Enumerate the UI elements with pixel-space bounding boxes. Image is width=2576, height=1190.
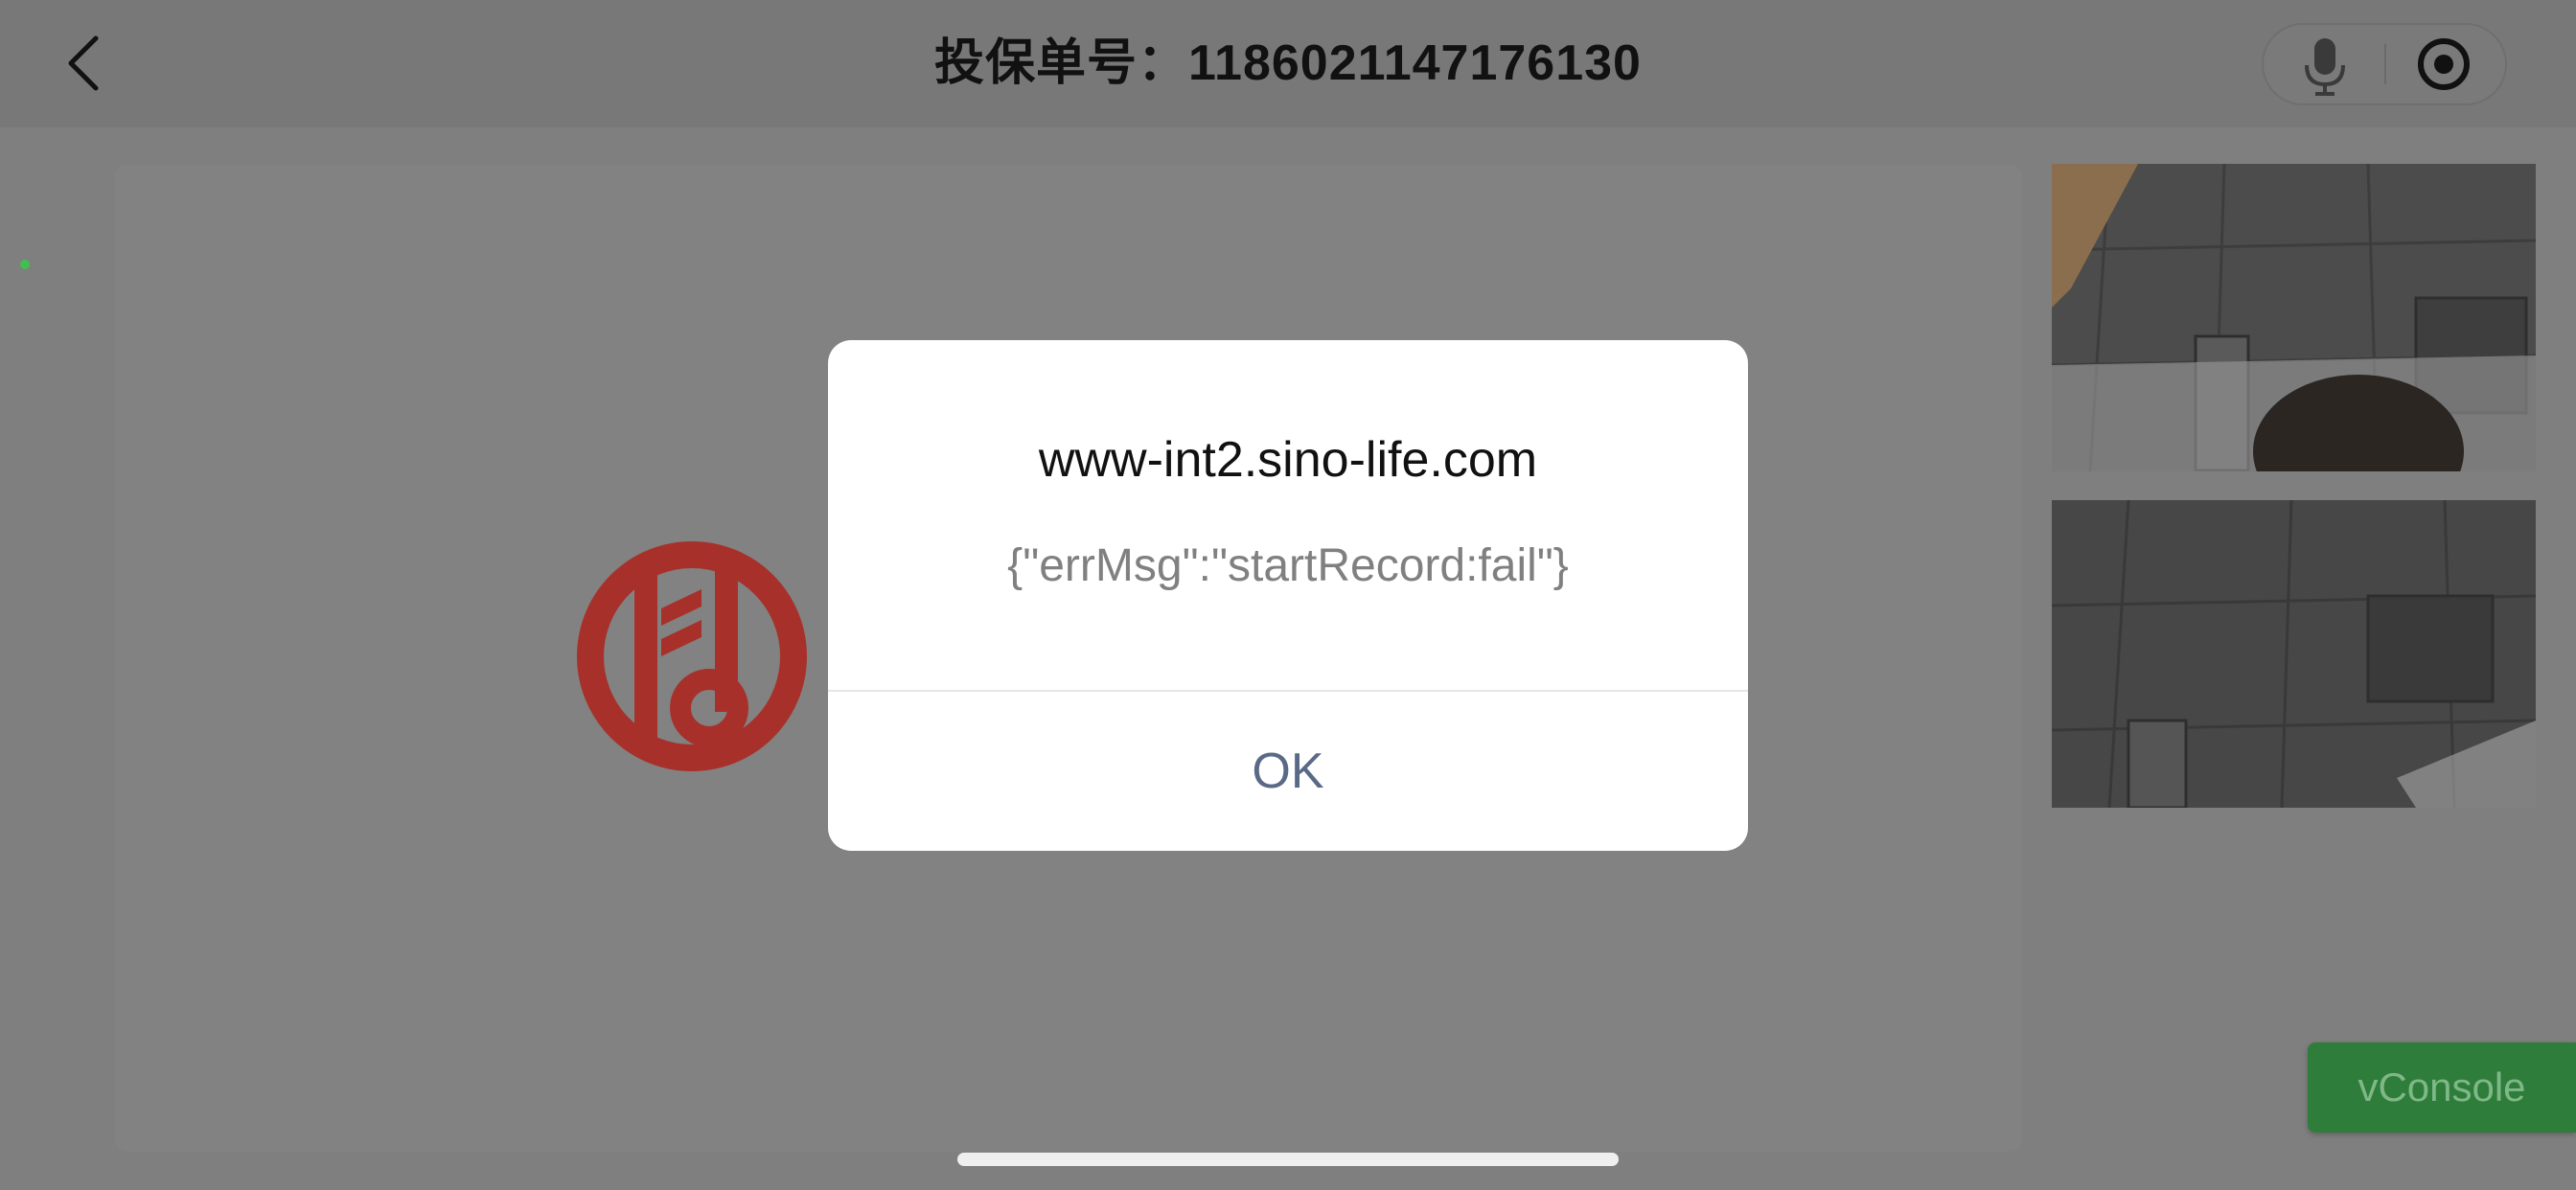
ok-button[interactable]: OK: [828, 692, 1748, 851]
record-target-icon: [2418, 38, 2470, 90]
chevron-left-icon: [68, 35, 99, 91]
sino-life-logo-icon: [575, 539, 809, 773]
alert-dialog: www-int2.sino-life.com {"errMsg":"startR…: [828, 340, 1748, 851]
status-dot: [20, 260, 30, 269]
microphone-icon: [2305, 38, 2345, 96]
vconsole-button[interactable]: vConsole: [2308, 1042, 2576, 1133]
home-indicator[interactable]: [957, 1153, 1619, 1166]
dialog-message: {"errMsg":"startRecord:fail"}: [1007, 540, 1569, 591]
miniprogram-capsule: [2262, 23, 2507, 105]
local-camera-feed: [2052, 164, 2536, 471]
remote-camera-feed: [2052, 500, 2536, 808]
microphone-button[interactable]: [2264, 25, 2385, 103]
navigation-bar: 投保单号：1186021147176130: [0, 0, 2576, 127]
back-button[interactable]: [58, 29, 115, 98]
app-screen: 投保单号：1186021147176130 vConsole www-int2.…: [0, 0, 2576, 1190]
dialog-title: www-int2.sino-life.com: [1038, 432, 1538, 488]
record-button[interactable]: [2386, 25, 2507, 103]
page-title: 投保单号：1186021147176130: [934, 35, 1642, 91]
